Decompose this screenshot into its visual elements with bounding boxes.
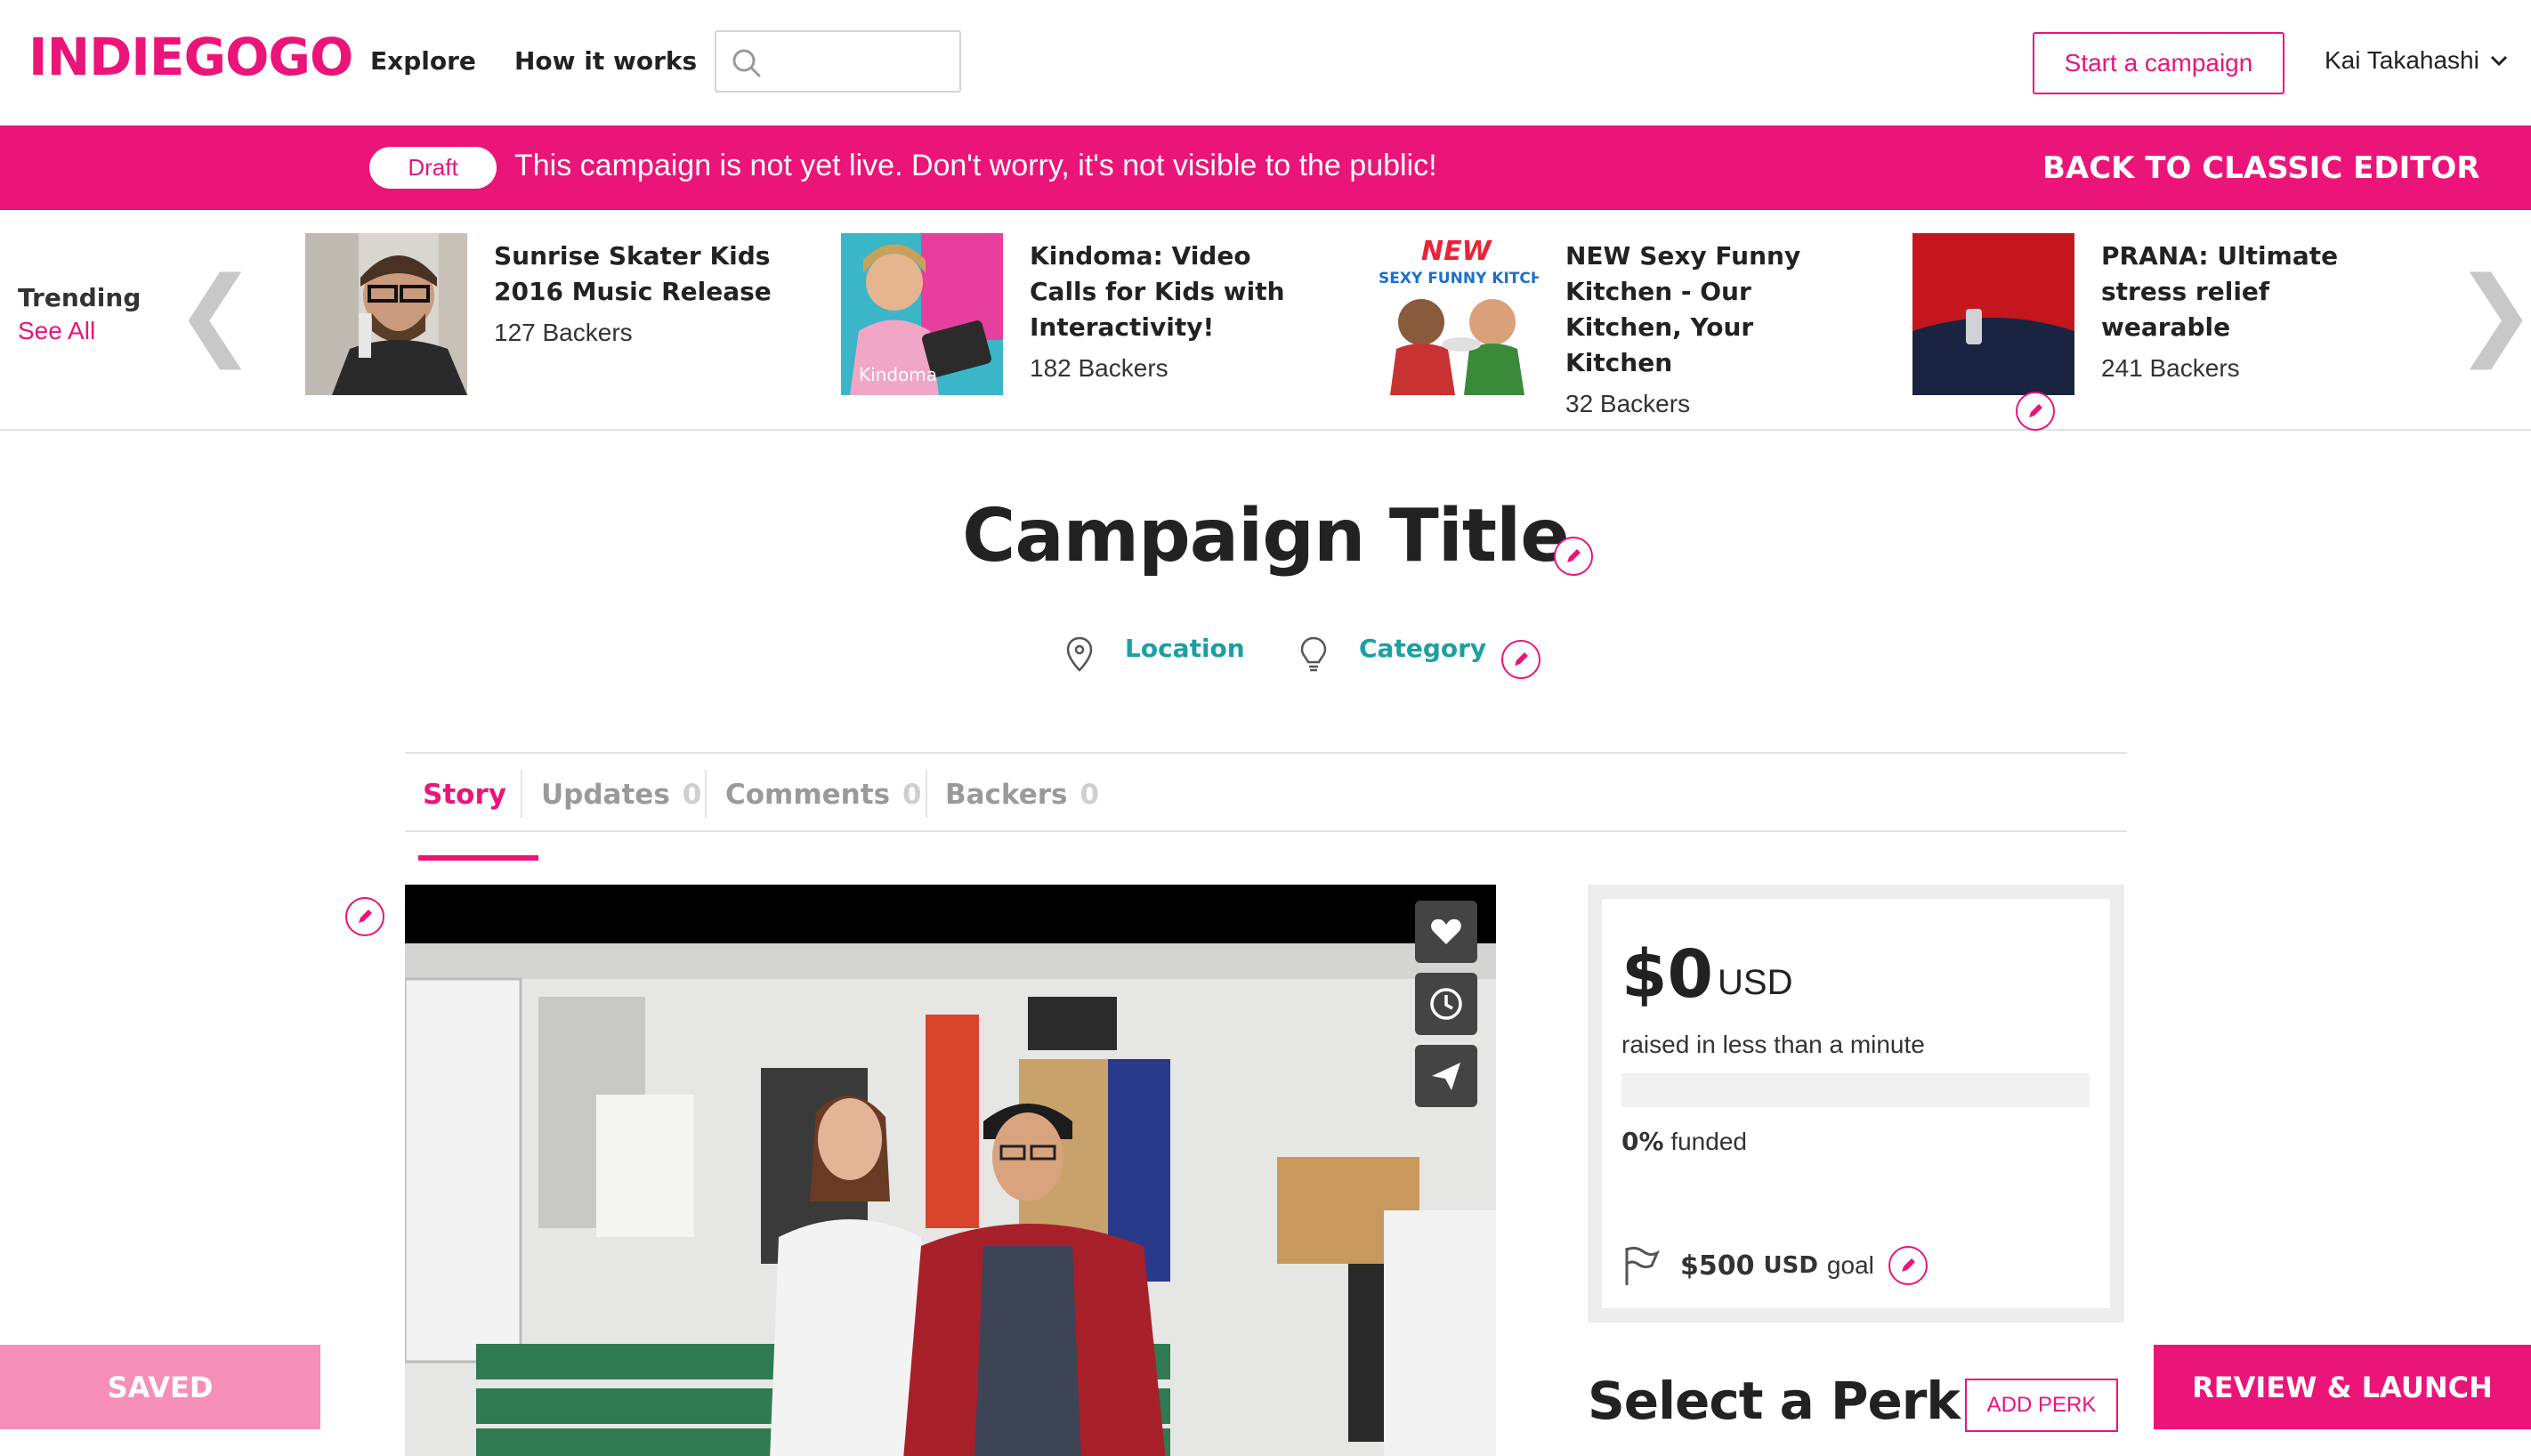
funded-percent: 0% funded xyxy=(1621,1127,1747,1156)
trending-item-title[interactable]: Kindoma: Video Calls for Kids with Inter… xyxy=(1030,239,1323,345)
trending-title: Trending xyxy=(18,283,142,312)
trending-item-backers: 32 Backers xyxy=(1565,390,1691,417)
location-pin-icon xyxy=(1066,636,1093,672)
nav-explore[interactable]: Explore xyxy=(370,46,476,76)
trending-item-title[interactable]: Sunrise Skater Kids 2016 Music Release xyxy=(494,239,788,310)
trending-item[interactable]: PRANA: Ultimate stress relief wearable 2… xyxy=(1912,233,2411,397)
category-link[interactable]: Category xyxy=(1359,634,1486,663)
trending-item[interactable]: Sunrise Skater Kids 2016 Music Release 1… xyxy=(305,233,804,397)
watch-later-clock-icon[interactable] xyxy=(1415,973,1477,1035)
tab-backers-label: Backers xyxy=(945,779,1068,811)
raised-amount: $0 xyxy=(1621,936,1713,1013)
funding-progress-bar xyxy=(1621,1073,2090,1107)
nav-how-it-works[interactable]: How it works xyxy=(514,46,697,76)
tab-updates-label: Updates xyxy=(541,779,670,811)
tab-backers-count: 0 xyxy=(1080,779,1100,811)
draft-message: This campaign is not yet live. Don't wor… xyxy=(514,149,1437,182)
trending-thumbnail xyxy=(1912,233,2074,395)
campaign-tabs: Story Updates 0 Comments 0 Backers 0 xyxy=(405,752,2127,861)
video-frame xyxy=(405,943,1496,1456)
lightbulb-icon xyxy=(1300,636,1327,672)
trending-bar: Trending See All ❮ ❯ Sunrise Skater Kids… xyxy=(0,210,2531,431)
funding-card-inner: $0 USD raised in less than a minute 0% f… xyxy=(1602,899,2110,1308)
edit-trending-pencil-icon[interactable] xyxy=(2016,392,2055,431)
tab-backers[interactable]: Backers 0 xyxy=(945,779,1099,811)
add-perk-button[interactable]: ADD PERK xyxy=(1965,1379,2118,1432)
trending-item[interactable]: NEW SEXY FUNNY KITCHEN NEW Sexy Funny Ki… xyxy=(1377,233,1875,417)
trending-item-backers: 182 Backers xyxy=(1030,354,1168,382)
saved-button[interactable]: SAVED xyxy=(0,1345,320,1429)
edit-title-pencil-icon[interactable] xyxy=(1554,537,1593,576)
trending-item-title[interactable]: PRANA: Ultimate stress relief wearable xyxy=(2101,239,2395,345)
tab-updates[interactable]: Updates 0 xyxy=(541,779,701,811)
location-link[interactable]: Location xyxy=(1125,634,1245,663)
user-menu[interactable]: Kai Takahashi xyxy=(2325,46,2510,75)
search-input[interactable] xyxy=(715,30,961,93)
tab-updates-count: 0 xyxy=(682,779,702,811)
raised-time-text: raised in less than a minute xyxy=(1621,1031,1925,1058)
trending-item-backers: 127 Backers xyxy=(494,319,633,346)
goal-row: $500 USD goal xyxy=(1621,1244,1874,1287)
trending-thumbnail xyxy=(305,233,467,395)
tab-story-label: Story xyxy=(423,779,506,811)
tab-story[interactable]: Story xyxy=(418,779,538,861)
kindoma-caption: Kindoma xyxy=(859,364,937,385)
tab-comments[interactable]: Comments 0 xyxy=(725,779,922,811)
back-to-classic-editor-link[interactable]: BACK TO CLASSIC EDITOR xyxy=(2042,150,2480,186)
tab-divider xyxy=(521,770,522,818)
chevron-down-icon xyxy=(2490,55,2507,67)
trending-thumbnail: NEW SEXY FUNNY KITCHEN xyxy=(1377,233,1539,395)
tab-divider xyxy=(705,770,707,818)
select-perk-heading: Select a Perk xyxy=(1588,1371,1961,1431)
draft-banner: Draft This campaign is not yet live. Don… xyxy=(0,125,2531,210)
indiegogo-logo[interactable]: INDIEGOGO xyxy=(28,27,353,87)
goal-currency: USD xyxy=(1763,1252,1818,1279)
draft-badge: Draft xyxy=(369,147,497,189)
campaign-title: Campaign Title xyxy=(962,494,1570,578)
funded-percent-value: 0% xyxy=(1621,1127,1664,1156)
kitchen-brand-text: SEXY FUNNY KITCHEN xyxy=(1379,270,1539,287)
trending-next-arrow-icon[interactable]: ❯ xyxy=(2454,263,2531,361)
kitchen-new-text: NEW xyxy=(1421,236,1493,267)
review-launch-button[interactable]: REVIEW & LAUNCH xyxy=(2154,1345,2531,1429)
start-campaign-button[interactable]: Start a campaign xyxy=(2033,32,2284,94)
see-all-link[interactable]: See All xyxy=(18,317,95,345)
edit-meta-pencil-icon[interactable] xyxy=(1501,640,1540,679)
funded-word: funded xyxy=(1670,1128,1747,1155)
goal-amount: $500 xyxy=(1680,1250,1755,1282)
goal-label: goal xyxy=(1826,1251,1874,1279)
tab-divider xyxy=(926,770,927,818)
favorite-heart-icon[interactable] xyxy=(1415,901,1477,963)
funding-card: $0 USD raised in less than a minute 0% f… xyxy=(1588,885,2124,1323)
raised-currency: USD xyxy=(1718,963,1793,1002)
trending-thumbnail: Kindoma xyxy=(841,233,1003,395)
tab-comments-label: Comments xyxy=(725,779,891,811)
trending-prev-arrow-icon[interactable]: ❮ xyxy=(174,263,256,361)
trending-item-backers: 241 Backers xyxy=(2101,354,2240,382)
trending-item-title[interactable]: NEW Sexy Funny Kitchen - Our Kitchen, Yo… xyxy=(1565,239,1859,381)
edit-goal-pencil-icon[interactable] xyxy=(1888,1246,1928,1285)
top-header: INDIEGOGO Explore How it works Start a c… xyxy=(0,0,2531,125)
search-icon xyxy=(732,49,761,77)
edit-video-pencil-icon[interactable] xyxy=(345,897,384,936)
active-tab-indicator xyxy=(418,855,538,861)
flag-icon xyxy=(1625,1246,1660,1285)
share-send-icon[interactable] xyxy=(1415,1045,1477,1107)
tab-comments-count: 0 xyxy=(902,779,922,811)
trending-item[interactable]: Kindoma Kindoma: Video Calls for Kids wi… xyxy=(841,233,1339,397)
campaign-video[interactable] xyxy=(405,885,1496,1456)
user-name: Kai Takahashi xyxy=(2325,46,2479,74)
